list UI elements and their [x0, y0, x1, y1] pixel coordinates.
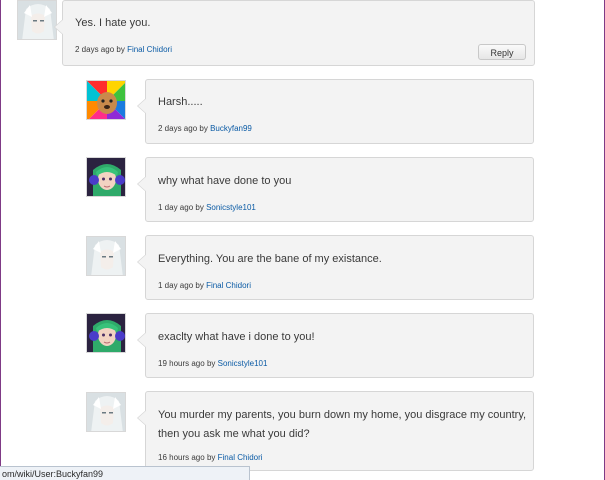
comment-time: 19 hours ago [158, 359, 205, 368]
comment-author-link[interactable]: Final Chidori [206, 281, 251, 290]
avatar[interactable] [86, 236, 126, 276]
comment-by: by [206, 359, 216, 368]
comment-by: by [206, 453, 216, 462]
comment-time: 1 day ago [158, 281, 194, 290]
comment-author-link[interactable]: Final Chidori [218, 453, 263, 462]
green-haired-avatar-icon [87, 314, 125, 352]
comment-author-link[interactable]: Sonicstyle101 [206, 203, 256, 212]
comment-by: by [116, 45, 125, 54]
comment-bubble: Harsh..... 2 days ago by Buckyfan99 [137, 79, 534, 144]
comment-meta: 2 days ago by Final Chidori [75, 45, 172, 54]
comment-by: by [199, 124, 208, 133]
comment-bubble: exaclty what have i done to you! 19 hour… [137, 313, 534, 378]
window-frame-left [0, 0, 1, 480]
comment-time: 1 day ago [158, 203, 194, 212]
comment-author-link[interactable]: Sonicstyle101 [218, 359, 268, 368]
comment-bubble: why what have done to you 1 day ago by S… [137, 157, 534, 222]
comment-text: You murder my parents, you burn down my … [158, 409, 527, 440]
comment-meta: 1 day ago by Final Chidori [158, 281, 251, 290]
avatar[interactable] [86, 157, 126, 197]
avatar[interactable] [86, 313, 126, 353]
comment-author-link[interactable]: Buckyfan99 [210, 124, 252, 133]
dog-avatar-icon [87, 81, 125, 119]
comment-meta: 2 days ago by Buckyfan99 [158, 124, 252, 133]
white-haired-avatar-icon [87, 393, 125, 431]
comment-text: Harsh..... [158, 96, 203, 108]
comment-bubble: You murder my parents, you burn down my … [137, 391, 534, 471]
comment-meta: 16 hours ago by Final Chidori [158, 453, 263, 462]
comment-text: Everything. You are the bane of my exist… [158, 253, 382, 265]
comment-by: by [195, 203, 204, 212]
comment-bubble: Yes. I hate you. 2 days ago by Final Chi… [54, 0, 535, 66]
comment-text: why what have done to you [158, 175, 292, 187]
green-haired-avatar-icon [87, 158, 125, 196]
comment-by: by [195, 281, 204, 290]
comment-time: 2 days ago [158, 124, 198, 133]
white-haired-avatar-icon [87, 237, 125, 275]
avatar[interactable] [86, 80, 126, 120]
comment-text: exaclty what have i done to you! [158, 331, 315, 343]
avatar[interactable] [17, 0, 57, 40]
avatar[interactable] [86, 392, 126, 432]
comment-time: 2 days ago [75, 45, 115, 54]
white-haired-avatar-icon [18, 1, 56, 39]
status-bar-url: om/wiki/User:Buckyfan99 [0, 466, 250, 480]
comment-author-link[interactable]: Final Chidori [127, 45, 172, 54]
reply-button[interactable]: Reply [478, 44, 526, 60]
comment-bubble: Everything. You are the bane of my exist… [137, 235, 534, 300]
comment-meta: 19 hours ago by Sonicstyle101 [158, 359, 267, 368]
comment-text: Yes. I hate you. [75, 17, 151, 29]
comment-time: 16 hours ago [158, 453, 205, 462]
comment-meta: 1 day ago by Sonicstyle101 [158, 203, 256, 212]
